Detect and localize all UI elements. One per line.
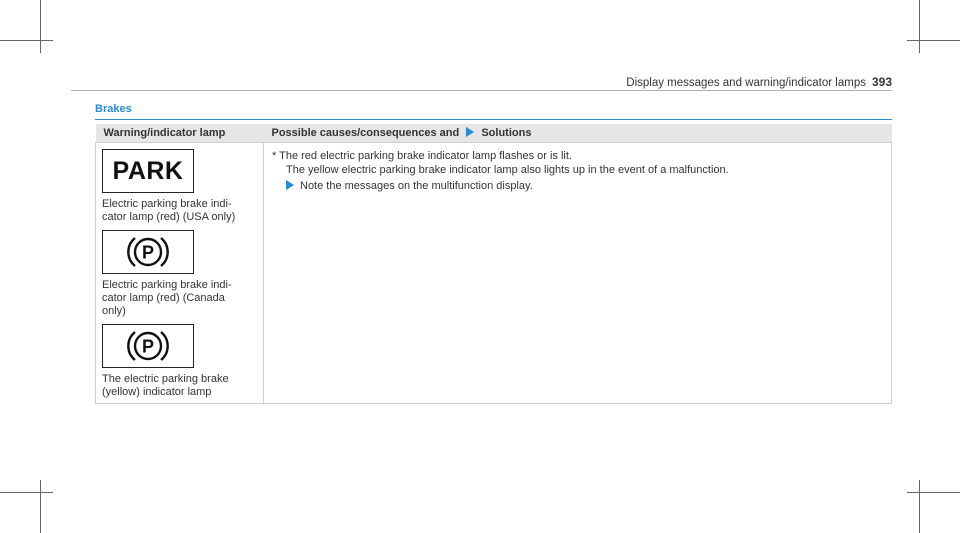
lamp-cell: PARK Electric parking brake indi- cator … xyxy=(95,142,264,404)
col-header-solutions: Possible causes/consequences and Solutio… xyxy=(263,124,892,143)
crop-mark xyxy=(40,480,41,533)
crop-mark xyxy=(907,492,960,493)
col-header-causes: Possible causes/consequences and xyxy=(271,127,460,139)
circle-p-lamp-icon: P xyxy=(102,230,194,274)
lamp-table: Warning/indicator lamp Possible causes/c… xyxy=(95,124,892,404)
section-title: Brakes xyxy=(95,103,132,115)
table-row: PARK Electric parking brake indi- cator … xyxy=(95,142,892,404)
header-rule xyxy=(71,90,892,91)
park-lamp-text: PARK xyxy=(112,156,184,185)
col-header-solutions-label: Solutions xyxy=(481,127,532,139)
crop-mark xyxy=(40,0,41,53)
col-header-lamp: Warning/indicator lamp xyxy=(95,124,264,143)
crop-mark xyxy=(0,492,53,493)
running-title: Display messages and warning/indicator l… xyxy=(626,77,866,89)
action-text: Note the messages on the multifunction d… xyxy=(300,180,533,192)
circle-p-text: P xyxy=(142,337,154,357)
circle-p-lamp-icon: P xyxy=(102,324,194,368)
lamp-caption: Electric parking brake indi- cator lamp … xyxy=(102,279,232,317)
crop-mark xyxy=(919,480,920,533)
cause-text: * The red electric parking brake indicat… xyxy=(272,150,572,162)
arrow-right-icon xyxy=(466,127,475,137)
arrow-right-icon xyxy=(286,180,294,190)
solutions-cell: * The red electric parking brake indicat… xyxy=(263,142,892,404)
action-item: Note the messages on the multifunction d… xyxy=(286,179,883,193)
park-lamp-icon: PARK xyxy=(102,149,194,193)
page-number: 393 xyxy=(871,75,892,89)
circle-p-text: P xyxy=(142,243,154,263)
crop-mark xyxy=(907,40,960,41)
crop-mark xyxy=(0,40,53,41)
malfunction-text: The yellow electric parking brake indica… xyxy=(286,164,729,176)
table-header-row: Warning/indicator lamp Possible causes/c… xyxy=(95,124,892,143)
running-header: Display messages and warning/indicator l… xyxy=(616,75,892,89)
section-rule xyxy=(95,119,892,120)
crop-mark xyxy=(919,0,920,53)
lamp-caption: Electric parking brake indi- cator lamp … xyxy=(102,198,236,223)
lamp-caption: The electric parking brake (yellow) indi… xyxy=(102,373,229,398)
